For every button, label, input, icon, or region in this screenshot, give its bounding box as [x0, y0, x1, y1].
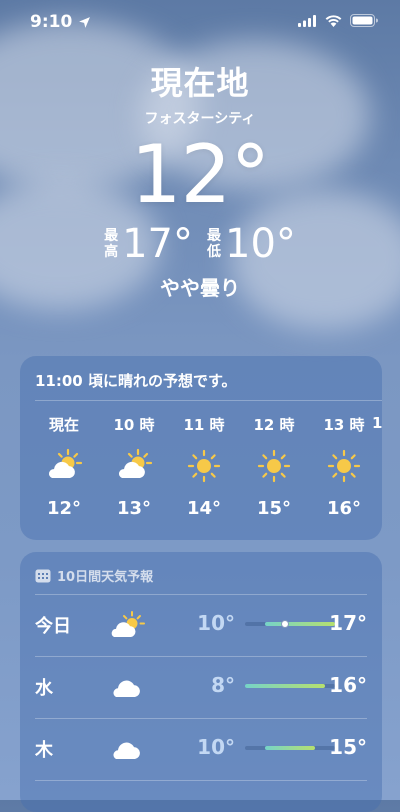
day-label: 今日: [35, 616, 71, 637]
location-arrow-icon: [79, 16, 91, 28]
hourly-description: 11:00 頃に晴れの予想です。: [35, 372, 237, 390]
hour-item: 現在 12°: [34, 414, 94, 519]
calendar-icon: [35, 569, 51, 583]
cloud-icon: [109, 672, 145, 706]
day-label: 木: [35, 740, 53, 761]
low-label-line2: 低: [207, 244, 221, 260]
hour-temp: 13°: [116, 498, 152, 519]
high-temp: 16°: [329, 673, 367, 697]
high-temp: 最 高 17°: [104, 222, 193, 266]
high-label-line2: 高: [104, 244, 119, 260]
daily-forecast-card[interactable]: 10日間天気予報 今日 10° 17° 水 8° 16° 木 10° 15°: [20, 552, 382, 812]
high-low: 最 高 17° 最 低 10°: [0, 222, 400, 266]
status-time-text: 9:10: [30, 12, 73, 32]
temp-range-fill: [245, 684, 325, 688]
hourly-forecast-card[interactable]: 11:00 頃に晴れの予想です。 現在 12° 10 時 13° 11 時 14…: [20, 356, 382, 540]
hour-item: 13 時 16°: [314, 414, 374, 519]
hour-item: 12 時 15°: [244, 414, 304, 519]
partly-cloudy-icon: [34, 446, 94, 490]
high-temp: 15°: [329, 735, 367, 759]
sun-icon: [314, 446, 374, 490]
divider: [35, 718, 367, 719]
current-temperature: 12°: [130, 128, 271, 221]
high-temp: 17°: [329, 611, 367, 635]
hour-label: 11 時: [183, 416, 225, 434]
temp-range-bar: [245, 620, 335, 628]
high-label: 最 高: [104, 228, 118, 260]
temp-range-bar: [245, 746, 335, 750]
sublocation-label: フォスターシティ: [144, 111, 256, 127]
low-temp: 8°: [211, 673, 235, 697]
partly-cloudy-icon: [104, 446, 164, 490]
current-temp-dot: [281, 620, 289, 628]
hour-temp: 15°: [256, 498, 292, 519]
wifi-icon: [325, 14, 342, 27]
sun-icon: [244, 446, 304, 490]
cloud-icon: [109, 734, 145, 768]
status-time: 9:10: [30, 12, 91, 32]
low-label: 最 低: [207, 228, 221, 260]
daily-row[interactable]: [35, 780, 367, 812]
hour-temp: 16°: [326, 498, 362, 519]
hour-label: 13 時: [323, 416, 365, 434]
divider: [35, 594, 367, 595]
status-bar: 9:10: [0, 0, 400, 44]
hour-item: 11 時 14°: [174, 414, 234, 519]
daily-header-label: 10日間天気予報: [57, 570, 154, 585]
temp-range-fill: [265, 622, 335, 626]
hour-temp: 14°: [186, 498, 222, 519]
hour-label: 現在: [48, 416, 79, 434]
high-label-line1: 最: [104, 228, 119, 244]
low-temp: 10°: [197, 735, 235, 759]
temp-range-bar: [245, 684, 335, 688]
low-temp: 最 低 10°: [207, 222, 296, 266]
partly-cloudy-icon: [109, 610, 145, 644]
condition-label: やや曇り: [160, 276, 240, 300]
low-value: 10°: [225, 221, 296, 267]
hour-label: 1: [372, 414, 382, 432]
sun-icon: [174, 446, 234, 490]
day-label: 水: [35, 678, 53, 699]
daily-row[interactable]: 今日 10° 17°: [35, 594, 367, 656]
high-value: 17°: [122, 221, 193, 267]
hourly-scroll[interactable]: 現在 12° 10 時 13° 11 時 14° 12 時 15° 13 時 1…: [20, 414, 382, 534]
current-weather: 現在地 フォスターシティ 12° 最 高 17° 最 低 10° やや曇り: [0, 58, 400, 301]
battery-icon: [350, 14, 378, 27]
hour-label: 12 時: [253, 416, 295, 434]
divider: [35, 780, 367, 781]
divider: [35, 400, 382, 401]
daily-row[interactable]: 木 10° 15°: [35, 718, 367, 780]
daily-header: 10日間天気予報: [35, 566, 153, 585]
daily-row[interactable]: 水 8° 16°: [35, 656, 367, 718]
divider: [35, 656, 367, 657]
hour-temp: 12°: [46, 498, 82, 519]
temp-range-fill: [265, 746, 315, 750]
location-title: 現在地: [150, 64, 250, 102]
low-label-line1: 最: [207, 228, 221, 244]
signal-bars-icon: [298, 14, 316, 27]
hour-item: 1: [372, 414, 382, 438]
hour-item: 10 時 13°: [104, 414, 164, 519]
hour-label: 10 時: [113, 416, 155, 434]
low-temp: 10°: [197, 611, 235, 635]
